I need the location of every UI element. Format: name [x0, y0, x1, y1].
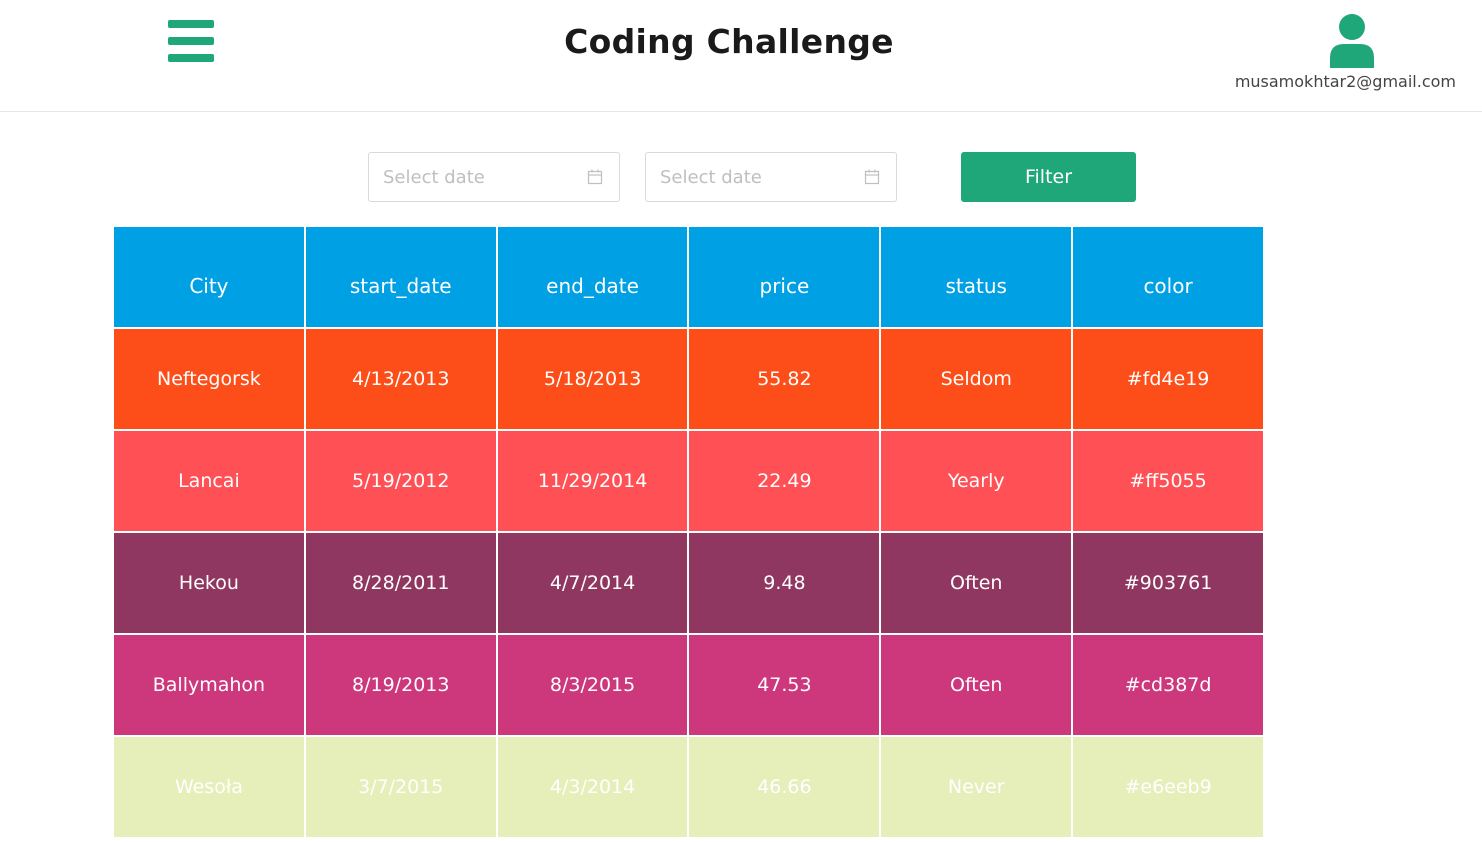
table-cell: 55.82	[689, 329, 880, 429]
table-cell: #903761	[1073, 533, 1263, 633]
top-header: Coding Challenge musamokhtar2@gmail.com	[0, 0, 1482, 112]
table-cell: Never	[881, 737, 1072, 837]
table-cell: 47.53	[689, 635, 880, 735]
table-cell: #ff5055	[1073, 431, 1263, 531]
table-cell: Often	[881, 635, 1072, 735]
table-cell: 5/18/2013	[497, 329, 688, 429]
table-cell: 4/7/2014	[497, 533, 688, 633]
table-cell: Seldom	[881, 329, 1072, 429]
calendar-icon	[587, 169, 603, 185]
column-header: price	[689, 227, 880, 327]
end-date-placeholder: Select date	[660, 167, 762, 188]
calendar-icon	[864, 169, 880, 185]
table-cell: Lancai	[114, 431, 304, 531]
data-table: City start_date end_date price status color Ne…	[114, 227, 1263, 837]
table-cell: #cd387d	[1073, 635, 1263, 735]
column-header: color	[1073, 227, 1263, 327]
start-date-picker[interactable]: Select date	[368, 152, 620, 202]
user-avatar-icon[interactable]	[1328, 14, 1376, 68]
table-cell: Often	[881, 533, 1072, 633]
column-header: City	[114, 227, 304, 327]
table-cell: 8/3/2015	[497, 635, 688, 735]
table-cell: Neftegorsk	[114, 329, 304, 429]
table-cell: 8/19/2013	[305, 635, 496, 735]
table-cell: Yearly	[881, 431, 1072, 531]
table-cell: 9.48	[689, 533, 880, 633]
start-date-placeholder: Select date	[383, 167, 485, 188]
table-cell: Ballymahon	[114, 635, 304, 735]
table-cell: 5/19/2012	[305, 431, 496, 531]
table-cell: 8/28/2011	[305, 533, 496, 633]
table-cell: 3/7/2015	[305, 737, 496, 837]
table-cell: Wesoła	[114, 737, 304, 837]
table-cell: Hekou	[114, 533, 304, 633]
table-cell: 46.66	[689, 737, 880, 837]
column-header: end_date	[497, 227, 688, 327]
table-cell: 22.49	[689, 431, 880, 531]
table-cell: #e6eeb9	[1073, 737, 1263, 837]
table-cell: #fd4e19	[1073, 329, 1263, 429]
table-cell: 4/3/2014	[497, 737, 688, 837]
table-cell: 11/29/2014	[497, 431, 688, 531]
column-header: status	[881, 227, 1072, 327]
user-profile[interactable]: musamokhtar2@gmail.com	[1202, 14, 1462, 104]
table-cell: 4/13/2013	[305, 329, 496, 429]
column-header: start_date	[305, 227, 496, 327]
user-email: musamokhtar2@gmail.com	[1234, 72, 1456, 91]
filter-button[interactable]: Filter	[961, 152, 1136, 202]
end-date-picker[interactable]: Select date	[645, 152, 897, 202]
